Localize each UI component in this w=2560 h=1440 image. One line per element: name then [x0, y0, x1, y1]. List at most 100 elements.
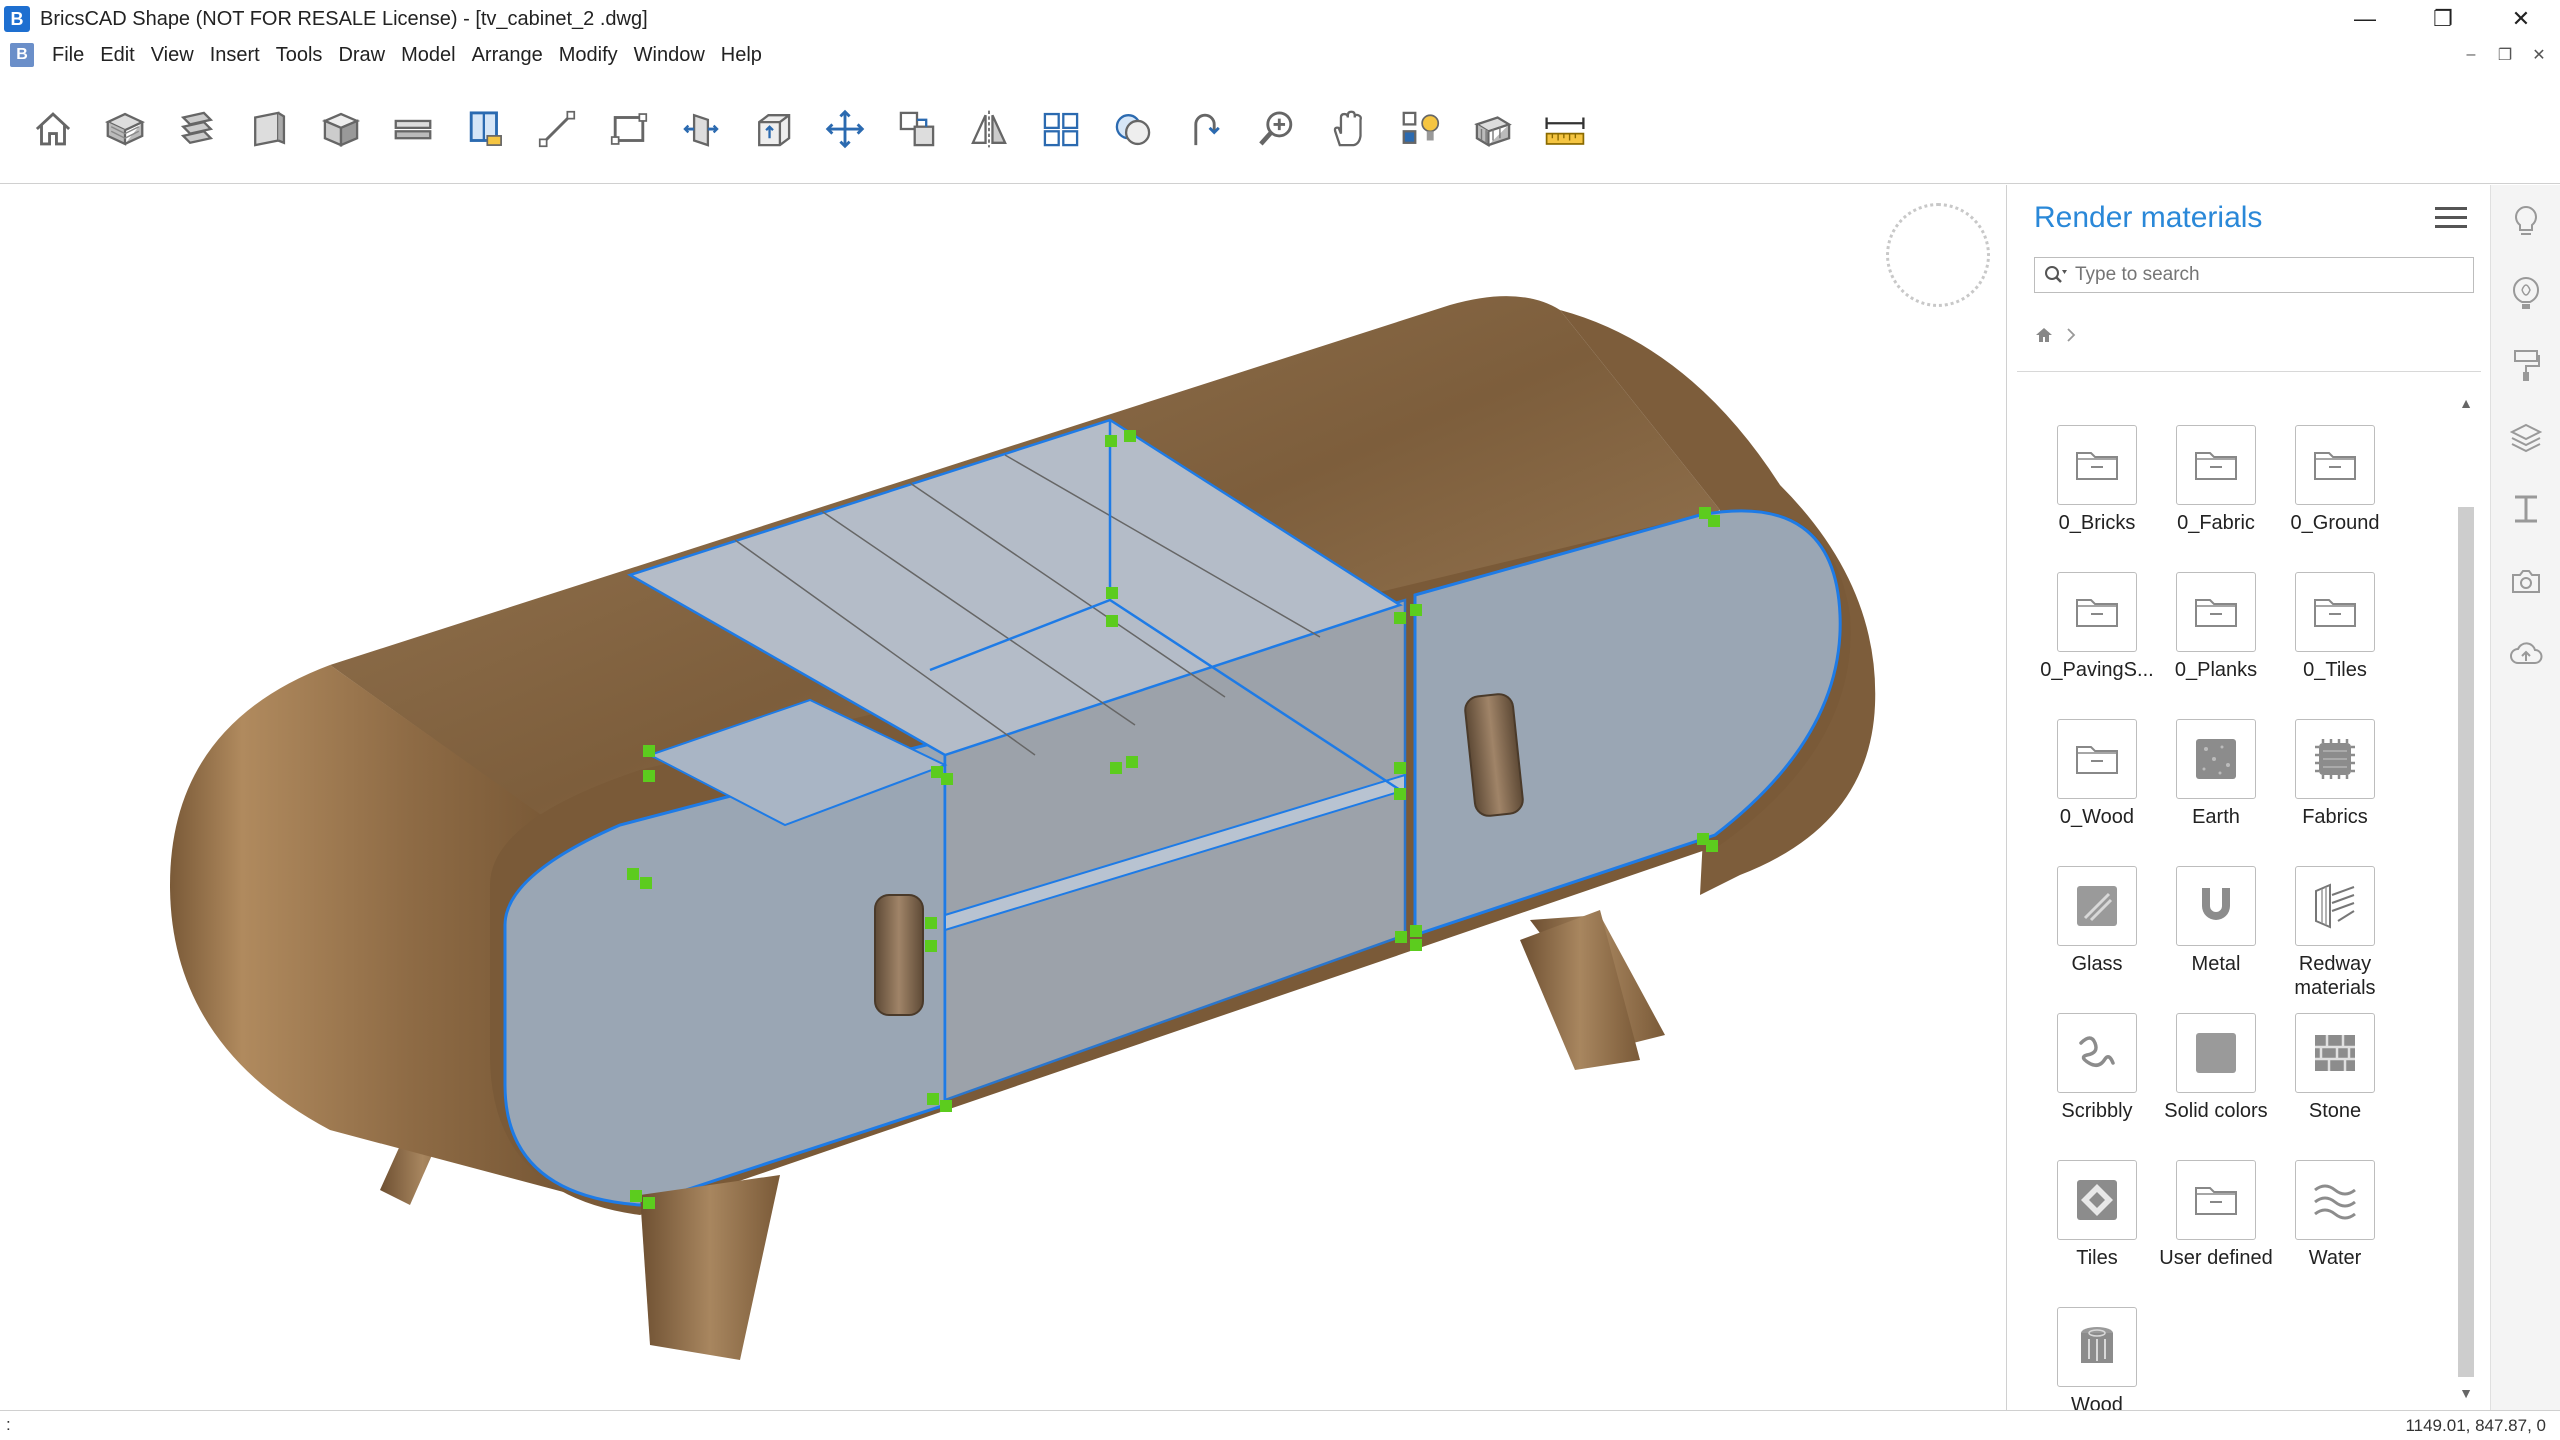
- material-label: Earth: [2192, 806, 2240, 828]
- solid-colors-icon: [2176, 1013, 2256, 1093]
- material-item[interactable]: User defined: [2156, 1160, 2276, 1300]
- folder-icon: [2057, 425, 2137, 505]
- wall-icon[interactable]: [240, 100, 298, 158]
- scroll-down-icon[interactable]: ▼: [2455, 1385, 2477, 1407]
- minimize-button[interactable]: —: [2326, 0, 2404, 38]
- panel-title: Render materials: [2034, 201, 2263, 234]
- light-icon[interactable]: [1392, 100, 1450, 158]
- material-item[interactable]: 0_Tiles: [2275, 572, 2395, 712]
- mirror-icon[interactable]: [960, 100, 1018, 158]
- material-item[interactable]: Water: [2275, 1160, 2395, 1300]
- view-compass[interactable]: [1886, 203, 1990, 307]
- balloon-icon[interactable]: [2508, 275, 2544, 311]
- section-icon[interactable]: [1464, 100, 1522, 158]
- menu-view[interactable]: View: [143, 38, 202, 72]
- restore-button[interactable]: ❐: [2404, 0, 2482, 38]
- scroll-thumb[interactable]: [2458, 507, 2474, 1377]
- leg-front-left: [640, 1175, 780, 1360]
- material-label: Metal: [2191, 953, 2241, 975]
- rotate-icon[interactable]: [1176, 100, 1234, 158]
- menu-edit[interactable]: Edit: [92, 38, 142, 72]
- earth-icon: [2176, 719, 2256, 799]
- menu-model[interactable]: Model: [393, 38, 463, 72]
- home-icon[interactable]: [24, 100, 82, 158]
- measure-icon[interactable]: [1536, 100, 1594, 158]
- array-icon[interactable]: [1032, 100, 1090, 158]
- material-item[interactable]: 0_PavingS...: [2037, 572, 2157, 712]
- menu-modify[interactable]: Modify: [551, 38, 626, 72]
- menu-arrange[interactable]: Arrange: [464, 38, 551, 72]
- layers-icon[interactable]: [2508, 419, 2544, 455]
- menu-draw[interactable]: Draw: [330, 38, 393, 72]
- material-item[interactable]: Redway materials: [2275, 866, 2395, 1006]
- material-item[interactable]: Fabrics: [2275, 719, 2395, 859]
- cloud-icon[interactable]: [2508, 635, 2544, 671]
- doc-minimize-button[interactable]: –: [2456, 40, 2486, 70]
- breadcrumb-chevron-icon: [2066, 327, 2076, 348]
- material-item[interactable]: Scribbly: [2037, 1013, 2157, 1153]
- material-label: User defined: [2159, 1247, 2273, 1269]
- model-viewport[interactable]: [0, 185, 2006, 1410]
- material-label: Fabrics: [2302, 806, 2368, 828]
- menu-tools[interactable]: Tools: [268, 38, 331, 72]
- material-item[interactable]: 0_Wood: [2037, 719, 2157, 859]
- combine-icon[interactable]: [1104, 100, 1162, 158]
- push-pull-icon[interactable]: [672, 100, 730, 158]
- menu-window[interactable]: Window: [626, 38, 713, 72]
- folder-icon: [2295, 425, 2375, 505]
- home-breadcrumb-icon[interactable]: [2034, 325, 2054, 350]
- tv-cabinet-model[interactable]: [0, 185, 2006, 1410]
- layers-stack-icon[interactable]: [168, 100, 226, 158]
- window-icon[interactable]: [456, 100, 514, 158]
- document-icon[interactable]: B: [10, 43, 34, 67]
- menu-file[interactable]: File: [44, 38, 92, 72]
- menu-bar: B File Edit View Insert Tools Draw Model…: [0, 38, 2560, 72]
- window-controls: — ❐ ✕: [2326, 0, 2560, 38]
- bricscad-window: B BricsCAD Shape (NOT FOR RESALE License…: [0, 0, 2560, 1440]
- command-prompt[interactable]: :: [6, 1415, 11, 1435]
- scroll-up-icon[interactable]: ▲: [2455, 395, 2477, 417]
- copy-icon[interactable]: [888, 100, 946, 158]
- render-materials-panel: Render materials 0_Bricks: [2006, 185, 2490, 1416]
- doc-close-button[interactable]: ✕: [2524, 40, 2554, 70]
- rectangle-icon[interactable]: [600, 100, 658, 158]
- material-item[interactable]: Earth: [2156, 719, 2276, 859]
- glass-icon: [2057, 866, 2137, 946]
- pan-hand-icon[interactable]: [1320, 100, 1378, 158]
- material-label: 0_Wood: [2059, 806, 2135, 828]
- panel-divider: [2017, 371, 2481, 372]
- extrude-box-icon[interactable]: [744, 100, 802, 158]
- material-item[interactable]: Metal: [2156, 866, 2276, 1006]
- paint-roller-icon[interactable]: [2508, 347, 2544, 383]
- material-label: 0_Planks: [2174, 659, 2258, 681]
- slab-icon[interactable]: [384, 100, 442, 158]
- box-icon[interactable]: [312, 100, 370, 158]
- material-item[interactable]: Solid colors: [2156, 1013, 2276, 1153]
- solid-icon[interactable]: [96, 100, 154, 158]
- doc-restore-button[interactable]: ❐: [2490, 40, 2520, 70]
- camera-icon[interactable]: [2508, 563, 2544, 599]
- material-item[interactable]: Tiles: [2037, 1160, 2157, 1300]
- material-label: Solid colors: [2164, 1100, 2268, 1122]
- panel-menu-icon[interactable]: [2435, 207, 2467, 235]
- material-item[interactable]: 0_Ground: [2275, 425, 2395, 565]
- material-item[interactable]: 0_Bricks: [2037, 425, 2157, 565]
- cursor-coordinates: 1149.01, 847.87, 0: [2405, 1416, 2546, 1435]
- title-bar: B BricsCAD Shape (NOT FOR RESALE License…: [0, 0, 2560, 38]
- material-item[interactable]: Stone: [2275, 1013, 2395, 1153]
- status-bar: : 1149.01, 847.87, 0: [0, 1410, 2560, 1440]
- move-icon[interactable]: [816, 100, 874, 158]
- lightbulb-icon[interactable]: [2508, 203, 2544, 239]
- menu-insert[interactable]: Insert: [202, 38, 268, 72]
- line-icon[interactable]: [528, 100, 586, 158]
- material-item[interactable]: 0_Fabric: [2156, 425, 2276, 565]
- material-item[interactable]: 0_Planks: [2156, 572, 2276, 712]
- close-button[interactable]: ✕: [2482, 0, 2560, 38]
- scribbly-icon: [2057, 1013, 2137, 1093]
- zoom-icon[interactable]: [1248, 100, 1306, 158]
- i-beam-icon[interactable]: [2508, 491, 2544, 527]
- search-input[interactable]: [2075, 259, 2455, 291]
- material-item[interactable]: Glass: [2037, 866, 2157, 1006]
- menu-help[interactable]: Help: [713, 38, 770, 72]
- panel-scrollbar[interactable]: ▲ ▼: [2455, 395, 2477, 1405]
